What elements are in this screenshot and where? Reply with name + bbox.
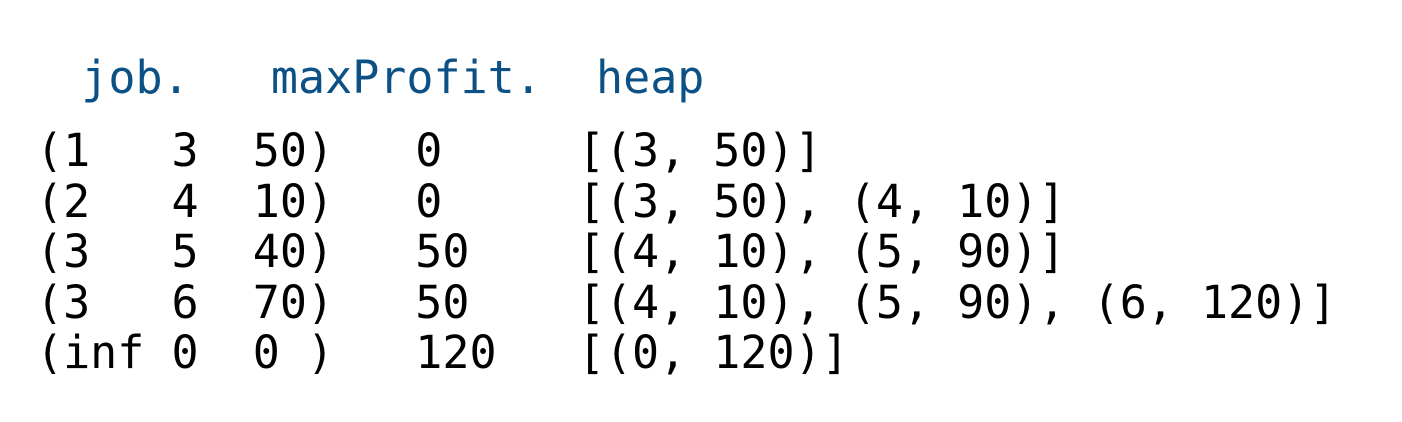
table-row: (inf 0 0 ) 120 [(0, 120)]	[36, 326, 849, 379]
table-row: (2 4 10) 0 [(3, 50), (4, 10)]	[36, 174, 1066, 228]
table-rows: (1 3 50) 0 [(3, 50)] (2 4 10) 0 [(3, 50)…	[36, 124, 1337, 379]
table-header: job. maxProfit. heap	[0, 51, 705, 104]
table-row: (3 5 40) 50 [(4, 10), (5, 90)]	[36, 225, 1066, 278]
code-output-panel: job. maxProfit. heap (1 3 50) 0 [(3, 50)…	[0, 0, 1402, 422]
table-row: (1 3 50) 0 [(3, 50)]	[36, 124, 822, 177]
table-row: (3 6 70) 50 [(4, 10), (5, 90), (6, 120)]	[36, 275, 1337, 329]
